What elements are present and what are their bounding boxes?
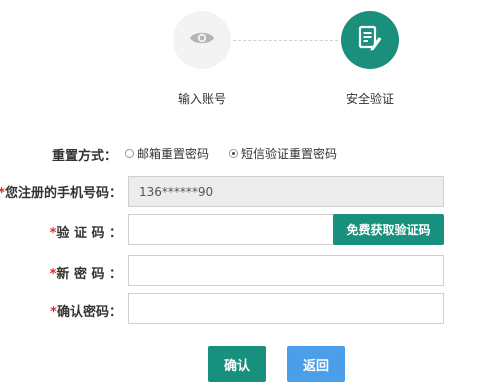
code-label-text: 验 证 码 ： [56,226,122,241]
edit-document-icon [357,24,383,56]
reset-method-label: 重置方式： [52,149,118,164]
back-button[interactable]: 返回 [287,346,345,382]
radio-sms[interactable] [229,149,239,158]
new-password-label-text: 新 密 码 ： [56,267,122,282]
code-input[interactable] [128,214,334,245]
radio-email-label: 邮箱重置密码 [137,147,210,161]
step-connector [233,40,338,41]
code-label: *验 证 码 ： [50,222,122,241]
eye-icon [189,30,215,50]
confirm-button[interactable]: 确认 [208,346,266,382]
new-password-label: *新 密 码 ： [50,263,122,282]
new-password-input[interactable] [128,255,444,286]
phone-field: 136******90 [128,176,444,207]
confirm-password-input[interactable] [128,293,444,324]
confirm-password-label: *确认密码： [50,301,122,320]
radio-sms-label: 短信验证重置密码 [241,147,338,161]
phone-label: *您注册的手机号码： [0,182,122,201]
reset-method-group: 邮箱重置密码 短信验证重置密码 [125,145,357,162]
step-account-circle [173,11,231,69]
radio-email[interactable] [125,149,134,158]
phone-label-text: 您注册的手机号码： [4,186,122,201]
step-verify-label: 安全验证 [345,92,394,106]
step-account-label: 输入账号 [177,92,226,106]
confirm-password-label-text: 确认密码： [56,305,122,320]
get-code-button[interactable]: 免费获取验证码 [333,214,444,245]
radio-email-option[interactable]: 邮箱重置密码 [125,145,209,162]
step-verify-circle [341,11,399,69]
radio-sms-option[interactable]: 短信验证重置密码 [229,145,337,162]
required-mark: * [50,305,57,320]
